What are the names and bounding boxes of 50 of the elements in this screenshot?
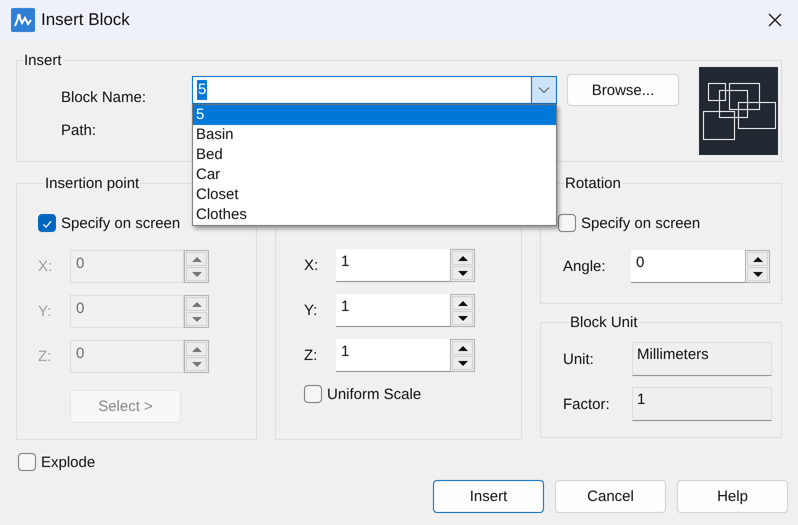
- field-label: Factor:: [563, 396, 611, 412]
- dialog-button[interactable]: Insert: [433, 480, 544, 513]
- dropdown-option[interactable]: 5: [193, 105, 556, 125]
- field-label: Z:: [304, 347, 318, 364]
- checkbox[interactable]: [38, 214, 56, 232]
- field-label: Path:: [61, 122, 98, 139]
- field-label: Angle:: [562, 258, 607, 275]
- group-title: Rotation: [564, 175, 622, 192]
- dropdown-option[interactable]: Closet: [193, 185, 556, 205]
- group-title: Insert: [23, 52, 63, 69]
- readonly-field: Millimeters: [632, 342, 772, 376]
- close-button[interactable]: [768, 13, 782, 27]
- spin-down-button[interactable]: [452, 356, 473, 370]
- dropdown-option[interactable]: Basin: [193, 125, 556, 145]
- spin-up-button[interactable]: [452, 341, 473, 355]
- group-title: Block Unit: [569, 314, 639, 331]
- number-field[interactable]: 1: [336, 294, 450, 327]
- dialog-button[interactable]: Help: [677, 480, 788, 513]
- spin-up-button[interactable]: [747, 252, 768, 266]
- dropdown-option[interactable]: Bed: [193, 145, 556, 165]
- number-field[interactable]: 1: [336, 249, 450, 282]
- field-label: X:: [304, 257, 320, 274]
- group-title: Insertion point: [44, 175, 140, 192]
- dropdown-option[interactable]: Car: [193, 165, 556, 185]
- field-label: Y:: [38, 303, 52, 320]
- browse-button[interactable]: Browse...: [567, 74, 679, 106]
- dropdown-option[interactable]: Clothes: [193, 205, 556, 225]
- spin-down-button[interactable]: [452, 311, 473, 325]
- field-label: Z:: [38, 348, 52, 365]
- spin-up-button[interactable]: [452, 296, 473, 310]
- app-icon: [11, 8, 35, 32]
- number-field[interactable]: 0: [631, 250, 745, 283]
- field-label: Unit:: [563, 350, 595, 368]
- window-title: Insert Block: [41, 10, 131, 30]
- checkbox-label: Specify on screen: [581, 214, 700, 232]
- field-label: Y:: [304, 302, 318, 319]
- checkbox[interactable]: [558, 214, 576, 232]
- checkbox-label: Explode: [41, 454, 96, 470]
- spin-down-button[interactable]: [747, 267, 768, 281]
- spin-down-button[interactable]: [452, 266, 473, 280]
- field-label: X:: [38, 258, 54, 275]
- checkbox-label: Specify on screen: [61, 214, 180, 232]
- spin-up-button[interactable]: [452, 251, 473, 265]
- checkbox[interactable]: [18, 453, 36, 471]
- checkbox-label: Uniform Scale: [327, 386, 422, 402]
- readonly-field: 1: [632, 387, 772, 421]
- number-field[interactable]: 1: [336, 339, 450, 372]
- checkbox[interactable]: [304, 385, 322, 403]
- field-label: Block Name:: [61, 89, 148, 106]
- dialog-button[interactable]: Cancel: [555, 480, 666, 513]
